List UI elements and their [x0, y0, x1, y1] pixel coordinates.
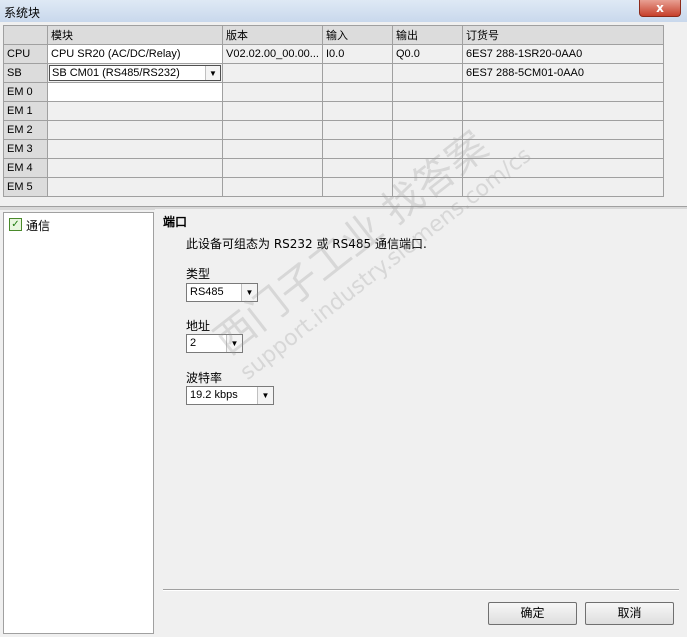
- table-row[interactable]: EM 0: [3, 82, 664, 102]
- address-select[interactable]: 2 ▼: [186, 334, 243, 353]
- version-cell: V02.02.00_00.00...: [222, 44, 323, 64]
- version-cell: [222, 139, 323, 159]
- chevron-down-icon[interactable]: ▼: [241, 284, 257, 301]
- output-cell: [392, 101, 463, 121]
- chevron-down-icon[interactable]: ▼: [257, 387, 273, 404]
- baud-rate-select-value: 19.2 kbps: [190, 389, 238, 401]
- table-header-row: 模块 版本 输入 输出 订货号: [3, 25, 664, 45]
- table-row[interactable]: CPU CPU SR20 (AC/DC/Relay) V02.02.00_00.…: [3, 44, 664, 64]
- module-cell[interactable]: [47, 139, 223, 159]
- section-title: 端口: [163, 215, 188, 229]
- order-cell: [462, 139, 664, 159]
- table-row[interactable]: EM 3: [3, 139, 664, 159]
- slot-cell: CPU: [3, 44, 48, 64]
- baud-rate-select[interactable]: 19.2 kbps ▼: [186, 386, 274, 405]
- input-cell: [322, 158, 393, 178]
- address-label: 地址: [186, 319, 211, 333]
- chevron-down-icon[interactable]: ▼: [226, 335, 242, 352]
- module-table: 模块 版本 输入 输出 订货号 CPU CPU SR20 (AC/DC/Rela…: [3, 25, 664, 197]
- settings-tree: ✓ 通信: [3, 212, 154, 634]
- module-cell[interactable]: [47, 120, 223, 140]
- title-bar: 系统块 x: [0, 0, 687, 23]
- description-text: 此设备可组态为 RS232 或 RS485 通信端口.: [186, 237, 427, 251]
- cancel-button[interactable]: 取消: [585, 602, 674, 625]
- column-header-order: 订货号: [462, 25, 664, 45]
- output-cell: [392, 158, 463, 178]
- order-cell: 6ES7 288-5CM01-0AA0: [462, 63, 664, 83]
- check-icon[interactable]: ✓: [9, 218, 22, 231]
- input-cell: [322, 177, 393, 197]
- table-row[interactable]: EM 1: [3, 101, 664, 121]
- module-dropdown[interactable]: SB CM01 (RS485/RS232) ▼: [49, 65, 221, 81]
- address-select-value: 2: [190, 337, 197, 349]
- close-icon[interactable]: x: [656, 1, 664, 15]
- module-cell[interactable]: [47, 101, 223, 121]
- order-cell: [462, 158, 664, 178]
- slot-cell: EM 1: [3, 101, 48, 121]
- slot-cell: EM 0: [3, 82, 48, 102]
- table-row[interactable]: EM 4: [3, 158, 664, 178]
- order-cell: [462, 101, 664, 121]
- type-select[interactable]: RS485 ▼: [186, 283, 258, 302]
- column-header-module: 模块: [47, 25, 223, 45]
- input-cell: [322, 120, 393, 140]
- table-row[interactable]: SB SB CM01 (RS485/RS232) ▼ 6ES7 288-5CM0…: [3, 63, 664, 83]
- slot-cell: EM 4: [3, 158, 48, 178]
- order-cell: [462, 120, 664, 140]
- module-select-cell[interactable]: SB CM01 (RS485/RS232) ▼: [47, 63, 223, 83]
- ok-button[interactable]: 确定: [488, 602, 577, 625]
- output-cell: [392, 120, 463, 140]
- chevron-down-icon[interactable]: ▼: [205, 66, 220, 80]
- column-header-version: 版本: [222, 25, 323, 45]
- slot-cell: SB: [3, 63, 48, 83]
- module-cell[interactable]: [47, 177, 223, 197]
- output-cell: Q0.0: [392, 44, 463, 64]
- table-row[interactable]: EM 5: [3, 177, 664, 197]
- module-cell[interactable]: [47, 158, 223, 178]
- tree-item-label: 通信: [26, 219, 51, 233]
- output-cell: [392, 82, 463, 102]
- close-button[interactable]: x: [639, 0, 681, 17]
- module-cell[interactable]: [47, 82, 223, 102]
- slot-cell: EM 3: [3, 139, 48, 159]
- order-cell: [462, 177, 664, 197]
- version-cell: [222, 158, 323, 178]
- output-cell: [392, 177, 463, 197]
- divider: [163, 589, 679, 591]
- window-title: 系统块: [4, 6, 41, 20]
- order-cell: 6ES7 288-1SR20-0AA0: [462, 44, 664, 64]
- version-cell: [222, 120, 323, 140]
- version-cell: [222, 177, 323, 197]
- table-row[interactable]: EM 2: [3, 120, 664, 140]
- type-select-value: RS485: [190, 286, 224, 298]
- version-cell: [222, 63, 323, 83]
- baud-rate-label: 波特率: [186, 371, 223, 385]
- output-cell: [392, 139, 463, 159]
- input-cell: [322, 82, 393, 102]
- type-label: 类型: [186, 267, 211, 281]
- slot-cell: EM 5: [3, 177, 48, 197]
- port-settings-panel: 端口 此设备可组态为 RS232 或 RS485 通信端口. 类型 RS485 …: [155, 209, 687, 637]
- module-dropdown-value: SB CM01 (RS485/RS232): [52, 67, 180, 79]
- order-cell: [462, 82, 664, 102]
- slot-cell: EM 2: [3, 120, 48, 140]
- input-cell: [322, 101, 393, 121]
- input-cell: I0.0: [322, 44, 393, 64]
- column-header-output: 输出: [392, 25, 463, 45]
- version-cell: [222, 101, 323, 121]
- column-header: [3, 25, 48, 45]
- column-header-input: 输入: [322, 25, 393, 45]
- module-cell[interactable]: CPU SR20 (AC/DC/Relay): [47, 44, 223, 64]
- module-grid-area: 模块 版本 输入 输出 订货号 CPU CPU SR20 (AC/DC/Rela…: [0, 22, 687, 206]
- version-cell: [222, 82, 323, 102]
- output-cell: [392, 63, 463, 83]
- input-cell: [322, 139, 393, 159]
- input-cell: [322, 63, 393, 83]
